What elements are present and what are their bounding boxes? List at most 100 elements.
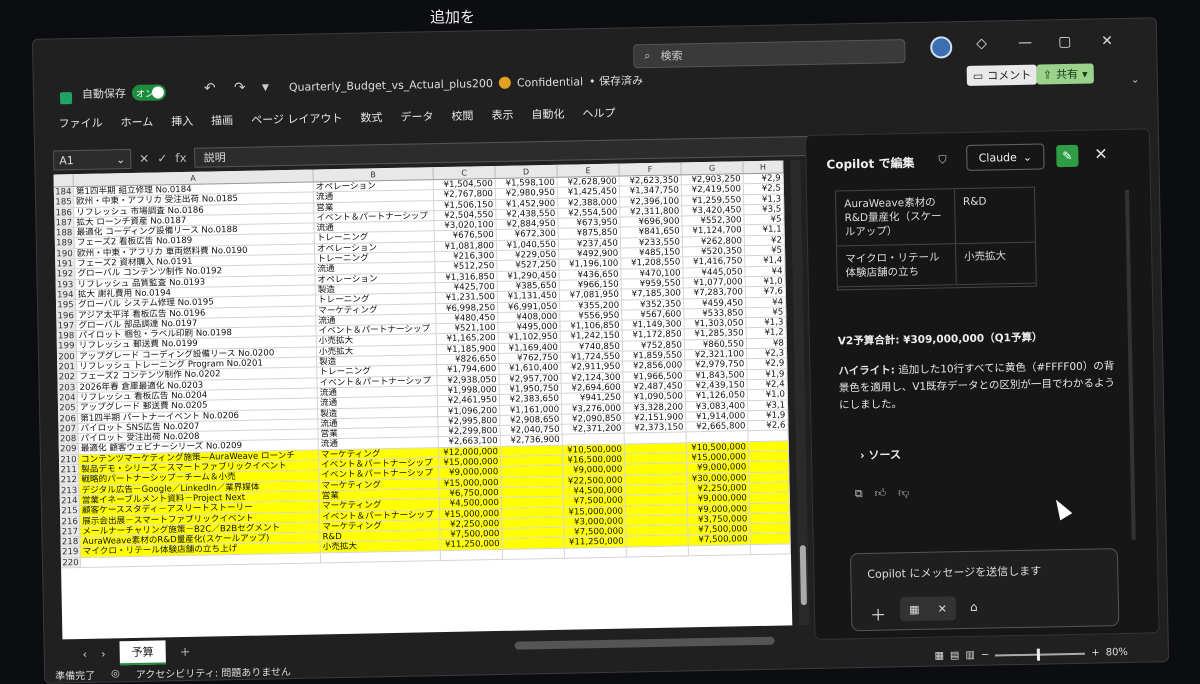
table-cell[interactable]: ¥1,208,550 xyxy=(621,258,683,268)
table-cell[interactable]: ¥1,242,150 xyxy=(561,331,623,341)
table-cell[interactable]: ¥408,000 xyxy=(498,312,560,322)
table-cell[interactable]: ¥2,090,850 xyxy=(562,413,624,423)
table-cell[interactable]: ¥1,096,200 xyxy=(438,405,500,415)
tab-automate[interactable]: 自動化 xyxy=(531,106,564,123)
table-cell[interactable]: ¥1,3 xyxy=(744,194,784,204)
row-header[interactable]: 199 xyxy=(57,342,77,352)
table-cell[interactable]: ¥4 xyxy=(745,266,785,276)
zoom-in-icon[interactable]: + xyxy=(1091,647,1100,658)
table-cell[interactable] xyxy=(502,487,564,497)
table-cell[interactable]: ¥5 xyxy=(745,246,785,256)
table-cell[interactable]: ¥16,500,000 xyxy=(563,455,625,465)
zoom-level[interactable]: 80% xyxy=(1106,647,1128,658)
table-cell[interactable]: ¥10,500,000 xyxy=(687,442,749,452)
row-header[interactable]: 185 xyxy=(54,197,74,207)
copilot-scrollbar[interactable] xyxy=(1125,190,1136,540)
table-cell[interactable]: ¥9,000,000 xyxy=(563,465,625,475)
table-cell[interactable]: ¥1,1 xyxy=(745,225,785,235)
table-cell[interactable]: ¥1,126,050 xyxy=(686,390,748,400)
row-header[interactable]: 218 xyxy=(60,537,80,547)
table-cell[interactable]: ¥216,300 xyxy=(435,251,497,261)
row-header[interactable]: 190 xyxy=(55,249,75,259)
table-cell[interactable]: ¥512,250 xyxy=(435,261,497,271)
table-cell[interactable]: ¥673,950 xyxy=(558,218,620,228)
table-cell[interactable]: ¥2,979,750 xyxy=(685,360,747,370)
tab-file[interactable]: ファイル xyxy=(58,115,102,132)
table-cell[interactable] xyxy=(501,476,563,486)
table-cell[interactable]: ¥15,000,000 xyxy=(687,452,749,462)
zoom-slider[interactable] xyxy=(995,652,1085,656)
insert-function-icon[interactable]: fx xyxy=(175,151,187,165)
tab-view[interactable]: 表示 xyxy=(491,107,513,123)
table-cell[interactable] xyxy=(751,534,791,544)
table-cell[interactable] xyxy=(749,451,789,461)
table-cell[interactable]: ¥2,4 xyxy=(748,379,788,389)
prev-sheet-icon[interactable]: ‹ xyxy=(83,647,88,660)
table-cell[interactable]: ¥2,9 xyxy=(747,359,787,369)
table-cell[interactable]: ¥2,856,000 xyxy=(623,361,685,371)
undo-icon[interactable]: ↶ xyxy=(204,80,216,96)
add-sheet-icon[interactable]: ＋ xyxy=(179,644,190,660)
table-cell[interactable]: ¥1,0 xyxy=(748,390,788,400)
table-cell[interactable]: ¥1,040,550 xyxy=(497,240,559,250)
table-cell[interactable] xyxy=(689,545,751,555)
row-header[interactable]: 189 xyxy=(55,239,75,249)
table-cell[interactable]: ¥7,500,000 xyxy=(688,524,750,534)
ribbon-expand-icon[interactable]: ⌄ xyxy=(1131,74,1147,90)
table-cell[interactable]: ¥6,998,250 xyxy=(436,303,498,313)
table-cell[interactable]: ¥7,500,000 xyxy=(564,496,626,506)
column-header[interactable]: C xyxy=(433,166,495,179)
table-cell[interactable] xyxy=(321,551,441,563)
autosave-toggle[interactable]: オン xyxy=(132,84,166,101)
table-cell[interactable]: ¥1,610,400 xyxy=(499,363,561,373)
table-cell[interactable]: ¥2,504,550 xyxy=(434,210,496,220)
accessibility-status[interactable]: アクセシビリティ: 問題ありません xyxy=(136,663,291,681)
table-cell[interactable]: ¥520,350 xyxy=(683,246,745,256)
table-cell[interactable]: ¥9,000,000 xyxy=(688,504,750,514)
table-cell[interactable]: ¥2,663,100 xyxy=(439,436,501,446)
table-cell[interactable]: ¥2,903,250 xyxy=(682,174,744,184)
row-header[interactable]: 203 xyxy=(58,383,78,393)
table-cell[interactable] xyxy=(502,518,564,528)
table-cell[interactable]: ¥1,106,850 xyxy=(560,321,622,331)
table-cell[interactable] xyxy=(626,484,688,494)
table-cell[interactable] xyxy=(625,433,687,443)
table-cell[interactable]: ¥2,908,650 xyxy=(500,415,562,425)
table-cell[interactable]: ¥2,383,650 xyxy=(500,394,562,404)
table-cell[interactable]: ¥5 xyxy=(744,215,784,225)
vertical-scroll-thumb[interactable] xyxy=(800,545,807,605)
table-cell[interactable]: ¥875,850 xyxy=(559,228,621,238)
zoom-out-icon[interactable]: − xyxy=(981,650,990,661)
remove-icon[interactable]: ✕ xyxy=(938,602,947,615)
table-cell[interactable] xyxy=(749,462,789,472)
table-cell[interactable]: ¥492,900 xyxy=(559,249,621,259)
row-header[interactable]: 198 xyxy=(57,331,77,341)
tab-insert[interactable]: 挿入 xyxy=(171,113,193,129)
table-cell[interactable]: ¥8 xyxy=(747,338,787,348)
next-sheet-icon[interactable]: › xyxy=(101,647,106,660)
row-header[interactable]: 210 xyxy=(59,455,79,465)
table-cell[interactable]: ¥1,081,800 xyxy=(435,241,497,251)
table-cell[interactable]: ¥1,124,700 xyxy=(683,226,745,236)
row-header[interactable]: 196 xyxy=(56,311,76,321)
table-cell[interactable]: ¥1,149,300 xyxy=(622,320,684,330)
table-cell[interactable]: ¥556,950 xyxy=(560,310,622,320)
row-header[interactable]: 204 xyxy=(58,393,78,403)
table-cell[interactable] xyxy=(563,434,625,444)
name-box[interactable]: A1⌄ xyxy=(53,149,131,170)
table-cell[interactable]: ¥1,077,000 xyxy=(684,277,746,287)
table-cell[interactable] xyxy=(626,505,688,515)
table-cell[interactable]: ¥1,966,500 xyxy=(623,371,685,381)
table-cell[interactable]: ¥527,250 xyxy=(497,260,559,270)
table-cell[interactable]: ¥1,598,100 xyxy=(496,178,558,188)
table-cell[interactable] xyxy=(627,546,689,556)
table-cell[interactable] xyxy=(749,431,789,441)
table-cell[interactable]: ¥4,500,000 xyxy=(440,498,502,508)
table-cell[interactable]: ¥2,299,800 xyxy=(438,426,500,436)
table-cell[interactable]: ¥2,396,100 xyxy=(620,196,682,206)
table-cell[interactable]: ¥7,500,000 xyxy=(689,535,751,545)
row-header[interactable]: 187 xyxy=(54,218,74,228)
table-cell[interactable]: ¥3,1 xyxy=(748,400,788,410)
table-cell[interactable] xyxy=(750,482,790,492)
premium-icon[interactable]: ◇ xyxy=(976,36,987,52)
